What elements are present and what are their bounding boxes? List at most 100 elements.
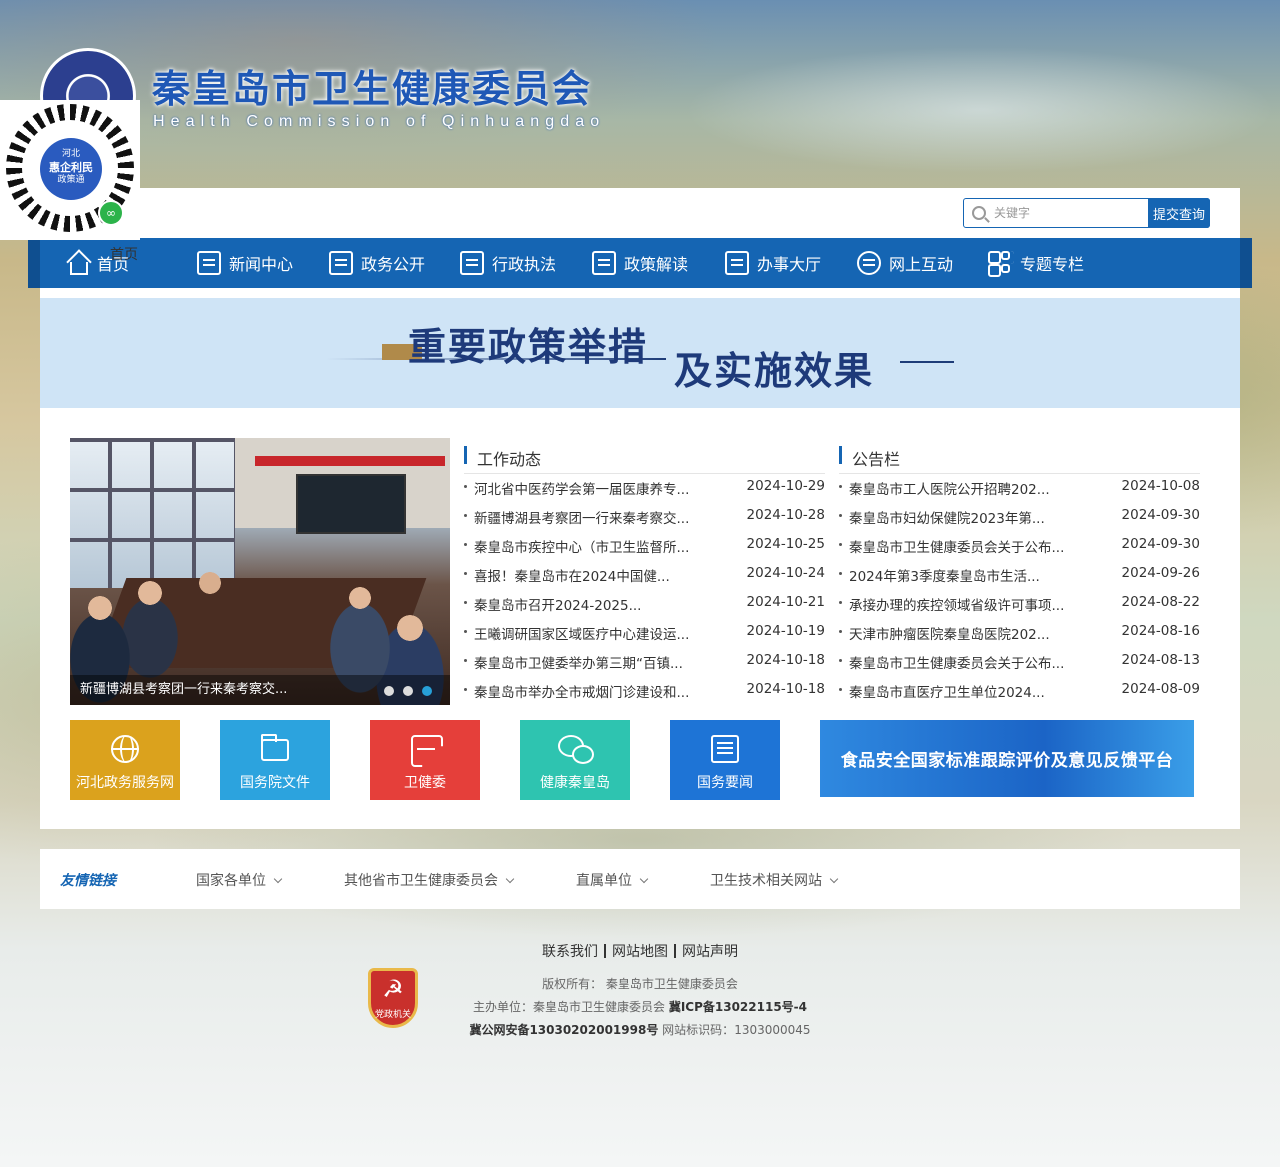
footer-link-statement[interactable]: 网站声明 xyxy=(682,944,738,960)
list-item-title[interactable]: 王曦调研国家区域医疗中心建设运... xyxy=(474,623,689,643)
list-item[interactable]: 秦皇岛市卫健委举办第三期“百镇... 2024-10-18 xyxy=(464,652,825,681)
nav-item-1[interactable]: 新闻中心 xyxy=(197,238,293,288)
list-item-title[interactable]: 秦皇岛市卫健委举办第三期“百镇... xyxy=(474,652,683,672)
globe-icon xyxy=(111,735,139,763)
footer-link-contact[interactable]: 联系我们 xyxy=(542,944,598,960)
notice-heading[interactable]: 公告栏 xyxy=(852,446,900,470)
list-item[interactable]: 秦皇岛市举办全市戒烟门诊建设和... 2024-10-18 xyxy=(464,681,825,710)
notice-section: 公告栏 秦皇岛市工人医院公开招聘202... 2024-10-08 秦皇岛市妇幼保健… xyxy=(839,438,1200,718)
list-item-title[interactable]: 秦皇岛市工人医院公开招聘202... xyxy=(849,478,1050,498)
list-item-title[interactable]: 秦皇岛市举办全市戒烟门诊建设和... xyxy=(474,681,689,701)
search-bar: 提交查询 xyxy=(963,198,1210,228)
list-item-title[interactable]: 天津市肿瘤医院秦皇岛医院202... xyxy=(849,623,1050,643)
list-item-title[interactable]: 河北省中医药学会第一届医康养专... xyxy=(474,478,689,498)
site-header: 秦皇岛市卫生健康委员会 Health Commission of Qinhuan… xyxy=(0,0,1280,188)
quick-link-label: 国务要闻 xyxy=(697,775,753,791)
friend-links-bar: 友情链接 国家各单位 其他省市卫生健康委员会 直属单位 卫生技术相关网站 xyxy=(40,849,1240,909)
banner-title-2: 及实施效果 xyxy=(674,348,875,393)
list-item-date: 2024-08-13 xyxy=(1121,652,1200,668)
list-item[interactable]: 承接办理的疾控领域省级许可事项... 2024-08-22 xyxy=(839,594,1200,623)
quick-link-1[interactable]: 国务院文件 xyxy=(220,720,330,800)
list-item-title[interactable]: 2024年第3季度秦皇岛市生活... xyxy=(849,565,1040,585)
gov-open-icon xyxy=(329,251,353,275)
list-item-date: 2024-09-30 xyxy=(1121,507,1200,523)
list-item-title[interactable]: 秦皇岛市卫生健康委员会关于公布... xyxy=(849,536,1064,556)
carousel-dot[interactable] xyxy=(384,686,394,696)
list-item[interactable]: 天津市肿瘤医院秦皇岛医院202... 2024-08-16 xyxy=(839,623,1200,652)
nav-item-4[interactable]: 政策解读 xyxy=(592,238,688,288)
list-item-date: 2024-08-22 xyxy=(1121,594,1200,610)
food-safety-platform-banner[interactable]: 食品安全国家标准跟踪评价及意见反馈平台 xyxy=(820,720,1194,797)
carousel-dot[interactable] xyxy=(403,686,413,696)
list-item-title[interactable]: 秦皇岛市召开2024-2025... xyxy=(474,594,641,614)
list-item-date: 2024-09-30 xyxy=(1121,536,1200,552)
list-item-title[interactable]: 秦皇岛市妇幼保健院2023年第... xyxy=(849,507,1045,527)
friend-link-dropdown-2[interactable]: 直属单位 xyxy=(576,870,649,890)
nav-item-label: 新闻中心 xyxy=(229,255,294,274)
carousel-dot-active[interactable] xyxy=(422,686,432,696)
list-item-date: 2024-08-16 xyxy=(1121,623,1200,639)
news-icon xyxy=(197,251,221,275)
folder-icon xyxy=(261,734,289,761)
nav-item-6[interactable]: 网上互动 xyxy=(857,238,953,288)
list-item[interactable]: 秦皇岛市卫生健康委员会关于公布... 2024-09-30 xyxy=(839,536,1200,565)
scan-icon xyxy=(411,735,439,763)
carousel-dots xyxy=(384,686,432,696)
list-item[interactable]: 秦皇岛市妇幼保健院2023年第... 2024-09-30 xyxy=(839,507,1200,536)
qr-center-label: 河北 惠企利民 政策通 xyxy=(40,138,102,200)
qr-code-popup[interactable]: 河北 惠企利民 政策通 ∞ xyxy=(0,100,140,240)
list-item[interactable]: 王曦调研国家区域医疗中心建设运... 2024-10-19 xyxy=(464,623,825,652)
home-ghost-label: 首页 xyxy=(110,247,138,263)
list-item-date: 2024-10-19 xyxy=(746,623,825,639)
quick-link-0[interactable]: 河北政务服务网 xyxy=(70,720,180,800)
list-item-title[interactable]: 秦皇岛市疾控中心（市卫生监督所... xyxy=(474,536,689,556)
list-item[interactable]: 2024年第3季度秦皇岛市生活... 2024-09-26 xyxy=(839,565,1200,594)
list-item-date: 2024-10-28 xyxy=(746,507,825,523)
site-title: 秦皇岛市卫生健康委员会 xyxy=(152,67,593,111)
search-submit-button[interactable]: 提交查询 xyxy=(1148,198,1210,228)
chat-icon xyxy=(857,251,881,275)
list-item-title[interactable]: 喜报！秦皇岛市在2024中国健... xyxy=(474,565,670,585)
grid-icon xyxy=(988,251,1012,277)
list-item[interactable]: 喜报！秦皇岛市在2024中国健... 2024-10-24 xyxy=(464,565,825,594)
list-item[interactable]: 新疆博湖县考察团一行来秦考察交... 2024-10-28 xyxy=(464,507,825,536)
list-item-date: 2024-10-08 xyxy=(1121,478,1200,494)
quick-link-4[interactable]: 国务要闻 xyxy=(670,720,780,800)
friend-link-dropdown-0[interactable]: 国家各单位 xyxy=(196,870,283,890)
list-item-title[interactable]: 承接办理的疾控领域省级许可事项... xyxy=(849,594,1064,614)
friend-links-title: 友情链接 xyxy=(60,873,116,889)
list-item[interactable]: 秦皇岛市召开2024-2025... 2024-10-21 xyxy=(464,594,825,623)
law-icon xyxy=(460,251,484,275)
wechat-icon xyxy=(558,735,594,764)
list-item-title[interactable]: 秦皇岛市卫生健康委员会关于公布... xyxy=(849,652,1064,672)
list-item[interactable]: 河北省中医药学会第一届医康养专... 2024-10-29 xyxy=(464,478,825,507)
footer-police-line: 冀公网安备13030202001998号 网站标识码：1303000045 xyxy=(469,1023,811,1037)
list-item[interactable]: 秦皇岛市直医疗卫生单位2024... 2024-08-09 xyxy=(839,681,1200,710)
search-input[interactable] xyxy=(994,202,1144,224)
list-item-title[interactable]: 新疆博湖县考察团一行来秦考察交... xyxy=(474,507,689,527)
list-item-title[interactable]: 秦皇岛市直医疗卫生单位2024... xyxy=(849,681,1045,701)
friend-link-dropdown-3[interactable]: 卫生技术相关网站 xyxy=(710,870,839,890)
footer-link-sitemap[interactable]: 网站地图 xyxy=(612,944,668,960)
quick-link-label: 国务院文件 xyxy=(240,775,310,791)
list-item-date: 2024-09-26 xyxy=(1121,565,1200,581)
footer-sponsor-line: 主办单位：秦皇岛市卫生健康委员会 冀ICP备13022115号-4 xyxy=(472,1000,808,1014)
policy-banner[interactable]: 重要政策举措 及实施效果 xyxy=(40,298,1240,408)
icp-link[interactable]: 冀ICP备13022115号-4 xyxy=(669,1000,807,1014)
nav-item-7[interactable]: 专题专栏 xyxy=(988,238,1084,288)
quick-link-2[interactable]: 卫健委 xyxy=(370,720,480,800)
nav-item-2[interactable]: 政务公开 xyxy=(329,238,425,288)
police-record-link[interactable]: 冀公网安备13030202001998号 xyxy=(469,1023,658,1037)
list-item[interactable]: 秦皇岛市疾控中心（市卫生监督所... 2024-10-25 xyxy=(464,536,825,565)
news-carousel[interactable]: 新疆博湖县考察团一行来秦考察交... xyxy=(70,438,450,705)
nav-item-3[interactable]: 行政执法 xyxy=(460,238,556,288)
list-item[interactable]: 秦皇岛市工人医院公开招聘202... 2024-10-08 xyxy=(839,478,1200,507)
nav-item-5[interactable]: 办事大厅 xyxy=(725,238,821,288)
work-news-heading[interactable]: 工作动态 xyxy=(477,446,541,470)
nav-item-label: 行政执法 xyxy=(492,255,557,274)
chevron-down-icon xyxy=(273,874,283,884)
friend-link-dropdown-1[interactable]: 其他省市卫生健康委员会 xyxy=(344,870,515,890)
list-item[interactable]: 秦皇岛市卫生健康委员会关于公布... 2024-08-13 xyxy=(839,652,1200,681)
quick-link-3[interactable]: 健康秦皇岛 xyxy=(520,720,630,800)
chevron-down-icon xyxy=(639,874,649,884)
